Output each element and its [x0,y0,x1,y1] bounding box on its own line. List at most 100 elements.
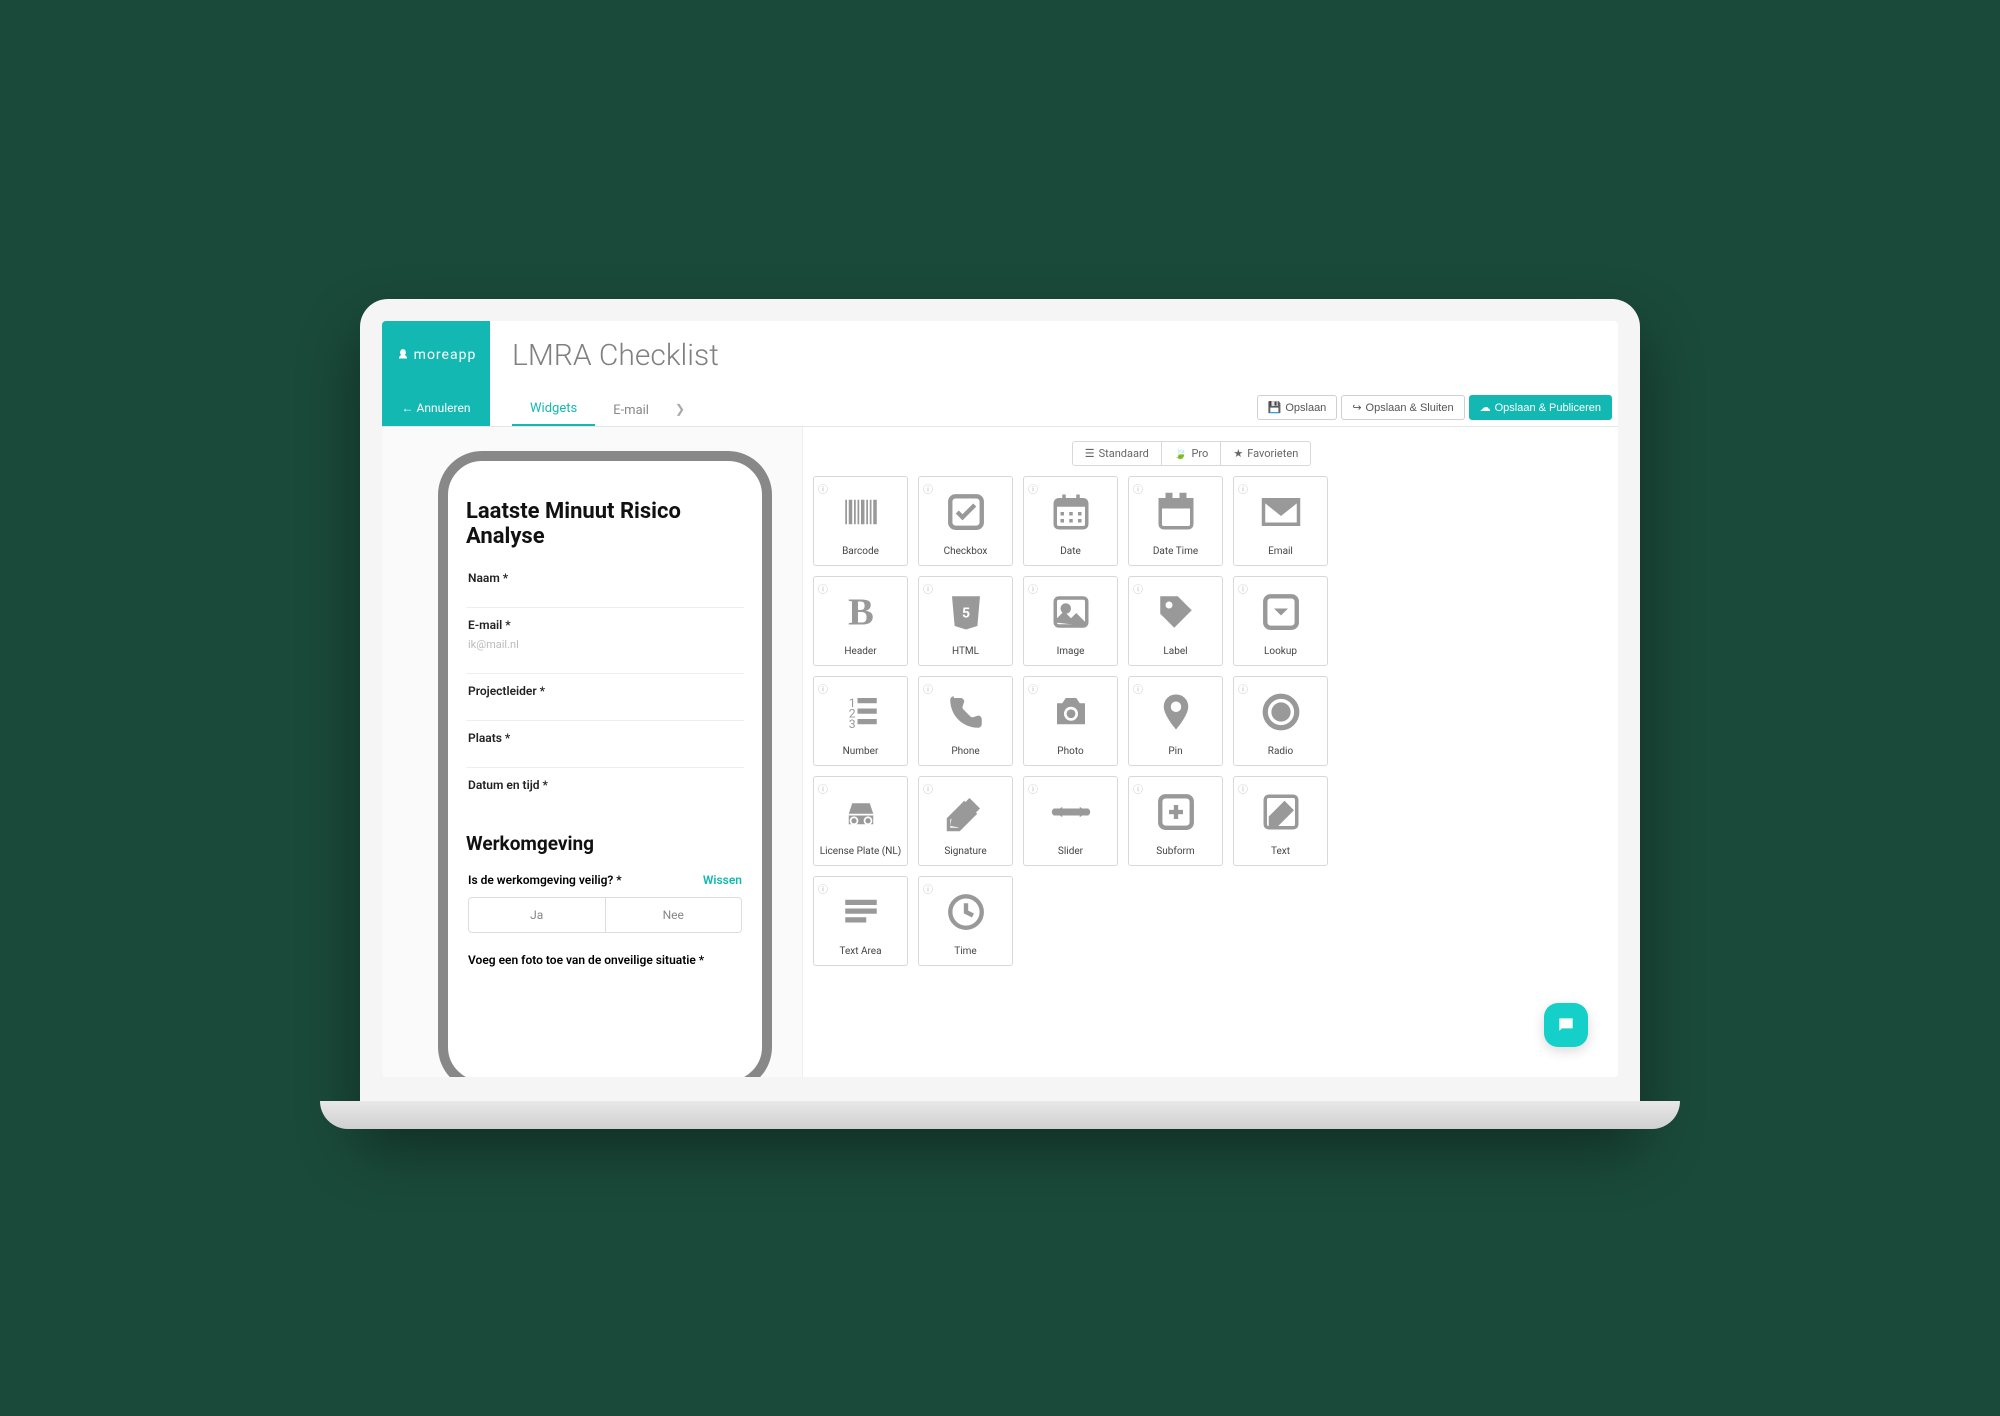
save-publish-label: Opslaan & Publiceren [1495,402,1601,414]
info-icon[interactable]: ⓘ [1028,481,1040,493]
ptab-standard[interactable]: ☰ Standaard [1072,441,1162,466]
label-icon [1155,577,1197,646]
form-title: Laatste Minuut Risico Analyse [466,499,744,549]
textarea-icon [840,877,882,946]
number-icon: 123 [840,677,882,746]
widget-license[interactable]: ⓘLicense Plate (NL) [813,776,908,866]
info-icon[interactable]: ⓘ [1133,681,1145,693]
license-icon [840,777,882,846]
widget-label: Checkbox [944,546,988,557]
widget-header[interactable]: ⓘBHeader [813,576,908,666]
widget-text[interactable]: ⓘText [1233,776,1328,866]
info-icon[interactable]: ⓘ [1238,681,1250,693]
chat-button[interactable] [1544,1003,1588,1047]
palette-tab-group: ☰ Standaard 🍃 Pro ★ Favorieten [813,441,1570,466]
info-icon[interactable]: ⓘ [818,481,830,493]
widget-label[interactable]: ⓘLabel [1128,576,1223,666]
info-icon[interactable]: ⓘ [1028,681,1040,693]
choice-no[interactable]: Nee [606,898,742,932]
field-email-placeholder: ik@mail.nl [468,638,742,651]
star-icon: ★ [1233,447,1243,460]
widget-signature[interactable]: ⓘSignature [918,776,1013,866]
widget-image[interactable]: ⓘImage [1023,576,1118,666]
widget-subform[interactable]: ⓘ Subform [1128,776,1223,866]
ptab-pro-label: Pro [1191,447,1208,460]
widget-phone[interactable]: ⓘPhone [918,676,1013,766]
info-icon[interactable]: ⓘ [923,681,935,693]
field-place[interactable]: Plaats * [466,720,744,767]
save-close-button[interactable]: ↪ Opslaan & Sluiten [1341,395,1464,420]
info-icon[interactable]: ⓘ [1238,581,1250,593]
widget-label: Lookup [1264,646,1297,657]
ptab-favorites[interactable]: ★ Favorieten [1221,441,1311,466]
tab-widgets[interactable]: Widgets [512,391,595,426]
widget-slider[interactable]: ⓘSlider [1023,776,1118,866]
save-label: Opslaan [1285,402,1326,414]
field-projectleader-label: Projectleider * [468,684,742,698]
info-icon[interactable]: ⓘ [1238,481,1250,493]
tab-email[interactable]: E-mail [595,393,667,426]
widget-textarea[interactable]: ⓘ Text Area [813,876,908,966]
widget-number[interactable]: ⓘ 123Number [813,676,908,766]
clear-link[interactable]: Wissen [703,873,742,887]
barcode-icon [840,477,882,546]
widget-photo[interactable]: ⓘPhoto [1023,676,1118,766]
field-projectleader[interactable]: Projectleider * [466,673,744,720]
svg-text:5: 5 [961,605,969,621]
widget-lookup[interactable]: ⓘ Lookup [1233,576,1328,666]
info-icon[interactable]: ⓘ [1133,481,1145,493]
info-icon[interactable]: ⓘ [923,781,935,793]
info-icon[interactable]: ⓘ [923,881,935,893]
action-buttons: 💾 Opslaan ↪ Opslaan & Sluiten ☁ Opslaan … [1257,389,1618,426]
widget-label: Text Area [839,946,881,957]
slider-icon [1050,777,1092,846]
cancel-button[interactable]: ← Annuleren [382,389,490,426]
widget-barcode[interactable]: ⓘ Barcode [813,476,908,566]
field-email[interactable]: E-mail * ik@mail.nl [466,607,744,673]
widget-label: Subform [1156,846,1194,857]
info-icon[interactable]: ⓘ [1028,581,1040,593]
chevron-right-icon[interactable]: ❯ [667,392,693,426]
field-datetime[interactable]: Datum en tijd * [466,767,744,814]
info-icon[interactable]: ⓘ [1238,781,1250,793]
question-photo: Voeg een foto toe van de onveilige situa… [466,941,744,976]
widget-radio[interactable]: ⓘ Radio [1233,676,1328,766]
header-row: moreapp LMRA Checklist [382,321,1618,389]
widget-email[interactable]: ⓘEmail [1233,476,1328,566]
info-icon[interactable]: ⓘ [923,581,935,593]
widget-label: Number [843,746,879,757]
save-button[interactable]: 💾 Opslaan [1257,395,1338,420]
widget-label: Barcode [842,546,879,557]
field-name-label: Naam * [468,571,742,585]
info-icon[interactable]: ⓘ [1028,781,1040,793]
datetime-icon [1155,477,1197,546]
info-icon[interactable]: ⓘ [1133,581,1145,593]
widget-checkbox[interactable]: ⓘ Checkbox [918,476,1013,566]
svg-text:B: B [848,591,874,633]
info-icon[interactable]: ⓘ [1133,781,1145,793]
info-icon[interactable]: ⓘ [818,781,830,793]
lookup-icon [1260,577,1302,646]
choice-yes[interactable]: Ja [469,898,606,932]
widget-pin[interactable]: ⓘPin [1128,676,1223,766]
title-block: LMRA Checklist [490,321,1618,389]
editor-body: Laatste Minuut Risico Analyse Naam * E-m… [382,427,1618,1077]
widget-datetime[interactable]: ⓘDate Time [1128,476,1223,566]
info-icon[interactable]: ⓘ [818,881,830,893]
laptop-frame: moreapp LMRA Checklist ← Annuleren Widge… [360,299,1640,1117]
info-icon[interactable]: ⓘ [923,481,935,493]
time-icon [945,877,987,946]
widget-html[interactable]: ⓘ5HTML [918,576,1013,666]
field-name[interactable]: Naam * [466,561,744,607]
info-icon[interactable]: ⓘ [818,581,830,593]
header-icon: B [840,577,882,646]
chat-icon [1556,1015,1576,1035]
widget-time[interactable]: ⓘTime [918,876,1013,966]
info-icon[interactable]: ⓘ [818,681,830,693]
cancel-label: Annuleren [417,401,471,415]
widget-date[interactable]: ⓘDate [1023,476,1118,566]
ptab-pro[interactable]: 🍃 Pro [1162,441,1222,466]
widget-label: Radio [1268,746,1293,757]
save-publish-button[interactable]: ☁ Opslaan & Publiceren [1469,395,1612,420]
brand-logo[interactable]: moreapp [382,321,490,389]
